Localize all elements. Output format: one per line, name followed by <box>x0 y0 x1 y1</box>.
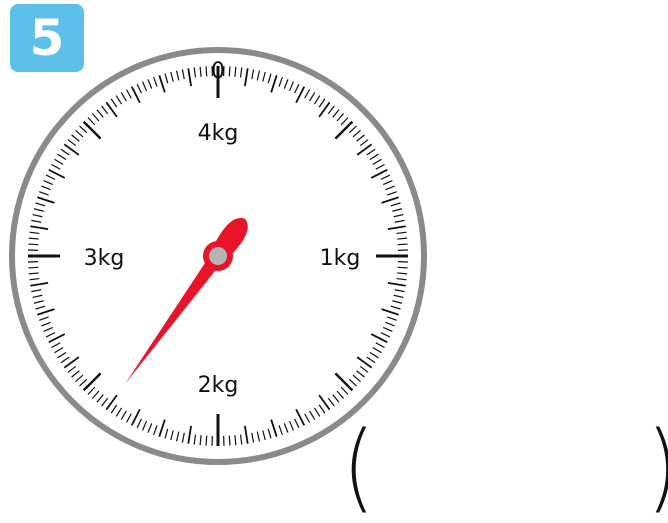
dial-tick <box>398 244 408 245</box>
dial-tick <box>28 244 38 245</box>
label-1kg: 1kg <box>320 246 361 271</box>
dial-tick <box>206 66 207 76</box>
label-2kg: 2kg <box>198 373 239 398</box>
kitchen-scale-dial: 0 4kg 1kg 2kg 3kg <box>0 0 668 515</box>
dial-tick <box>398 267 408 268</box>
label-3kg: 3kg <box>84 246 125 271</box>
dial-tick <box>229 66 230 76</box>
label-zero: 0 <box>211 59 225 84</box>
label-4kg: 4kg <box>198 121 239 146</box>
needle-hub <box>209 247 227 265</box>
dial-tick <box>229 436 230 446</box>
dial-tick <box>28 267 38 268</box>
dial-tick <box>206 436 207 446</box>
answer-close-paren: ) <box>647 412 668 522</box>
answer-open-paren: ( <box>343 412 375 522</box>
